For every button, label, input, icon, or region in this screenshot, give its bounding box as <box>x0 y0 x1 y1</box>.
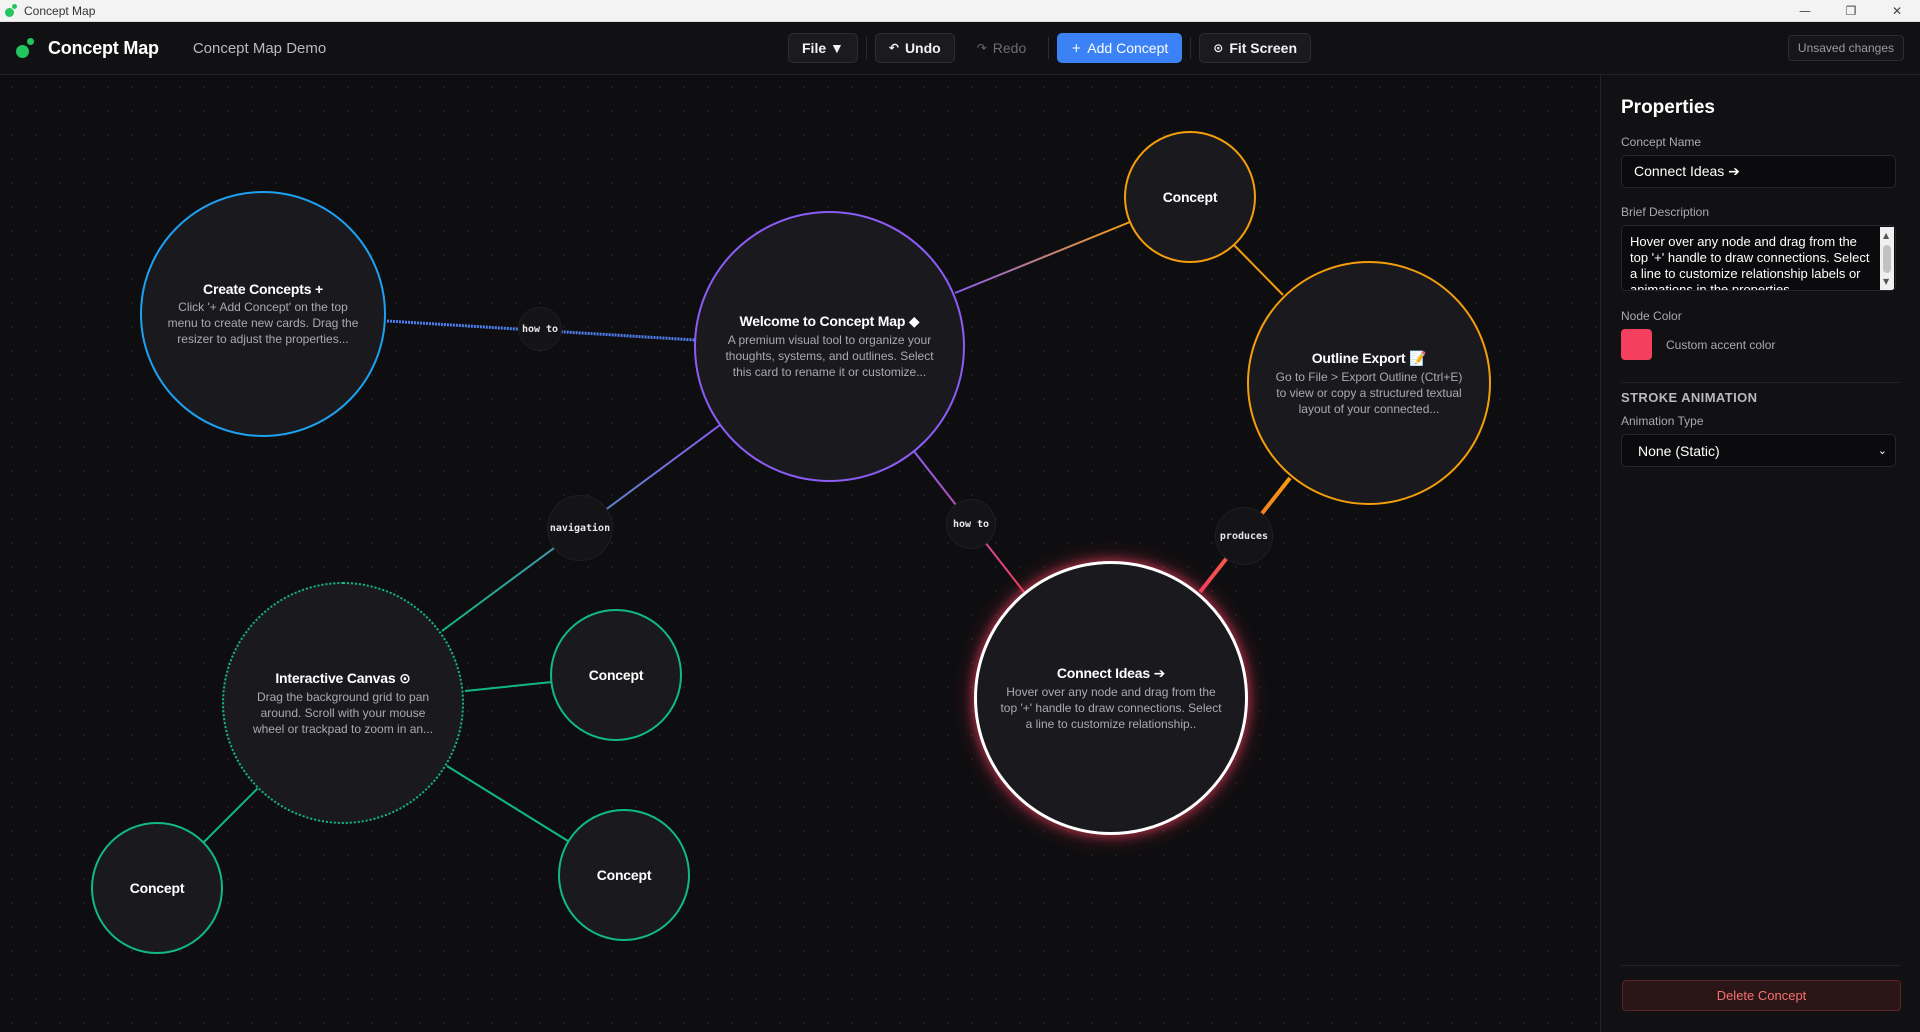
window-title: Concept Map <box>24 3 96 18</box>
node-description: Drag the background grid to pan around. … <box>252 689 434 736</box>
delete-concept-button[interactable]: Delete Concept <box>1622 980 1901 1011</box>
redo-button[interactable]: ↷ Redo <box>963 33 1041 63</box>
description-label: Brief Description <box>1621 205 1710 219</box>
fit-screen-label: Fit Screen <box>1229 40 1298 56</box>
concept-node-concept-top[interactable]: Concept <box>1124 131 1256 263</box>
edge-label-navigation[interactable]: navigation <box>547 495 613 561</box>
node-title: Create Concepts + <box>203 281 323 297</box>
redo-icon: ↷ <box>976 41 987 55</box>
fit-screen-button[interactable]: ⊙ Fit Screen <box>1199 33 1312 63</box>
undo-button[interactable]: ↶ Undo <box>874 33 955 63</box>
properties-panel: Properties Concept Name Connect Ideas ➔ … <box>1600 75 1920 1032</box>
file-menu-label: File ▼ <box>802 40 844 56</box>
description-text: Hover over any node and drag from the to… <box>1630 234 1870 291</box>
node-title: Concept <box>1162 189 1218 205</box>
concept-node-outline-export[interactable]: Outline Export 📝 Go to File > Export Out… <box>1247 261 1491 505</box>
node-description: A premium visual tool to organize your t… <box>725 333 934 379</box>
node-color-swatch[interactable] <box>1621 329 1652 360</box>
concept-node-welcome[interactable]: Welcome to Concept Map ◆ A premium visua… <box>694 211 965 482</box>
node-title: Connect Ideas ➔ <box>1056 664 1166 681</box>
edge-label-how-to[interactable]: how to <box>946 499 996 549</box>
edge-welcome-concept-top[interactable] <box>954 221 1131 294</box>
undo-icon: ↶ <box>888 41 899 55</box>
edge-canvas-concept-bl[interactable] <box>202 787 259 844</box>
edge-concept-top-outline[interactable] <box>1233 244 1284 296</box>
edge-canvas-concept-br[interactable] <box>446 765 569 842</box>
scroll-thumb[interactable] <box>1883 245 1891 273</box>
concept-name-label: Concept Name <box>1621 135 1702 149</box>
app-header: Concept Map Concept Map Demo File ▼ ↶ Und… <box>0 22 1920 75</box>
unsaved-changes-badge: Unsaved changes <box>1787 35 1904 61</box>
document-title[interactable]: Concept Map Demo <box>193 40 326 57</box>
concept-map-canvas[interactable]: Create Concepts + Click '+ Add Concept' … <box>0 75 1600 1032</box>
concept-name-input[interactable]: Connect Ideas ➔ <box>1621 155 1896 188</box>
animation-type-select[interactable]: None (Static) ⌄ <box>1621 434 1896 467</box>
target-icon: ⊙ <box>1213 41 1224 55</box>
scroll-down-icon[interactable]: ▼ <box>1883 274 1889 290</box>
add-concept-label: Add Concept <box>1087 40 1169 56</box>
section-divider <box>1621 382 1900 383</box>
concept-node-concept-bottom-right[interactable]: Concept <box>558 809 690 941</box>
minimize-icon[interactable]: — <box>1782 0 1828 22</box>
app-logo-icon <box>4 3 18 18</box>
concept-node-interactive-canvas[interactable]: Interactive Canvas ⊙ Drag the background… <box>222 582 464 824</box>
brand-title: Concept Map <box>48 37 159 58</box>
node-color-label: Node Color <box>1621 309 1682 323</box>
node-title: Interactive Canvas ⊙ <box>275 669 411 686</box>
concept-node-connect-ideas-selected[interactable]: Connect Ideas ➔ Hover over any node and … <box>974 561 1248 835</box>
concept-node-create-concepts[interactable]: Create Concepts + Click '+ Add Concept' … <box>140 191 386 437</box>
stroke-animation-heading: STROKE ANIMATION <box>1621 390 1758 405</box>
close-icon[interactable]: ✕ <box>1874 0 1920 22</box>
concept-map-logo-icon <box>16 37 40 59</box>
toolbar-divider <box>1048 37 1050 59</box>
description-textarea[interactable]: Hover over any node and drag from the to… <box>1621 225 1896 291</box>
undo-label: Undo <box>904 40 941 56</box>
window-titlebar: Concept Map — ❐ ✕ <box>0 0 1920 22</box>
edge-label-how-to[interactable]: how to <box>518 307 562 351</box>
node-description: Click '+ Add Concept' on the top menu to… <box>167 300 359 346</box>
node-title: Concept <box>129 880 185 896</box>
animation-type-label: Animation Type <box>1621 414 1704 428</box>
panel-footer-divider <box>1621 965 1901 966</box>
node-title: Welcome to Concept Map ◆ <box>739 313 920 329</box>
concept-node-concept-mid[interactable]: Concept <box>550 609 682 741</box>
toolbar-divider <box>865 37 867 59</box>
node-title: Outline Export 📝 <box>1311 349 1427 366</box>
brand: Concept Map <box>16 37 159 59</box>
scroll-up-icon[interactable]: ▲ <box>1883 228 1889 244</box>
edge-canvas-concept-mid[interactable] <box>464 681 553 692</box>
node-color-row: Custom accent color <box>1621 329 1900 360</box>
chevron-down-icon: ⌄ <box>1877 444 1887 457</box>
file-menu-button[interactable]: File ▼ <box>788 33 858 63</box>
toolbar: File ▼ ↶ Undo ↷ Redo + Add Concept ⊙ Fit Scr… <box>788 33 1319 63</box>
add-concept-button[interactable]: + Add Concept <box>1057 33 1183 63</box>
concept-node-concept-bottom-left[interactable]: Concept <box>91 822 223 954</box>
node-description: Go to File > Export Outline (Ctrl+E) to … <box>1275 369 1463 416</box>
plus-icon: + <box>1071 41 1082 55</box>
node-description: Hover over any node and drag from the to… <box>1000 684 1222 731</box>
node-title: Concept <box>596 867 652 883</box>
edge-label-produces[interactable]: produces <box>1215 507 1273 565</box>
node-color-hint: Custom accent color <box>1666 337 1776 352</box>
node-title: Concept <box>588 667 644 683</box>
restore-icon[interactable]: ❐ <box>1828 0 1874 22</box>
toolbar-divider <box>1190 37 1192 59</box>
panel-title: Properties <box>1621 97 1715 118</box>
redo-label: Redo <box>992 40 1027 56</box>
textarea-scrollbar[interactable]: ▲ ▼ <box>1880 227 1894 290</box>
window-controls: — ❐ ✕ <box>1782 0 1920 22</box>
animation-type-value: None (Static) <box>1638 442 1720 459</box>
